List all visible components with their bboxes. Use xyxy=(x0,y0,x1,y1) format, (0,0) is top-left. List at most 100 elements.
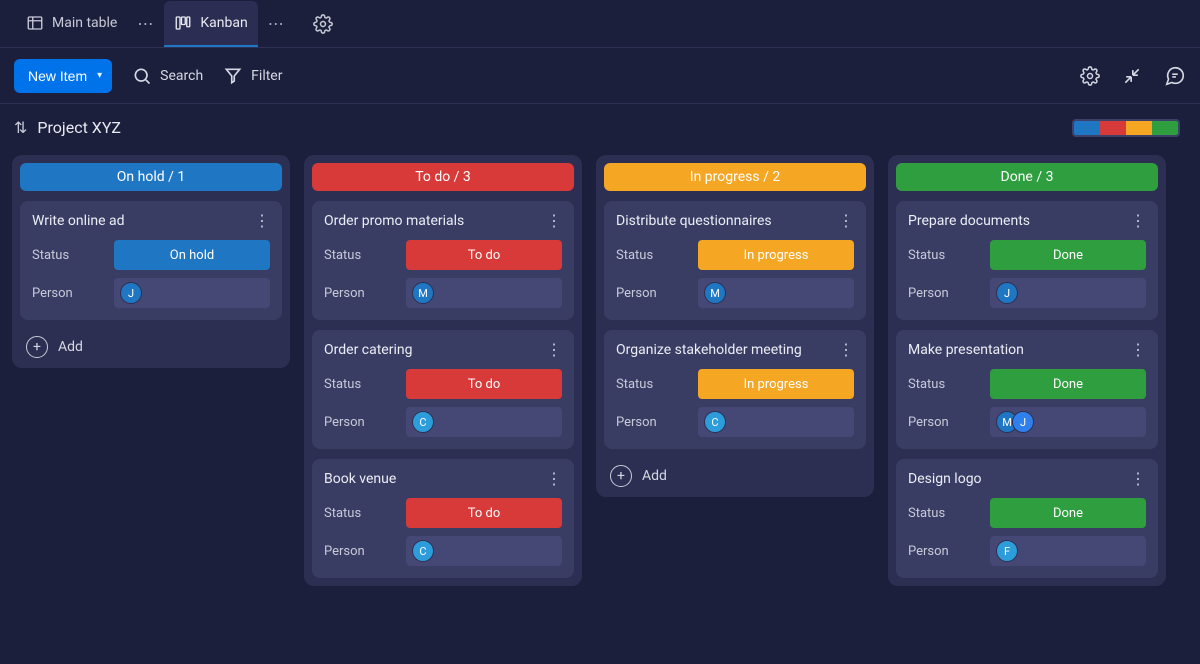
chevron-down-icon: ▾ xyxy=(97,70,102,81)
kanban-card[interactable]: Prepare documents⋮StatusDonePersonJ xyxy=(896,201,1158,320)
board-settings-button[interactable] xyxy=(1080,66,1100,86)
views-settings-button[interactable] xyxy=(313,14,333,34)
avatar[interactable]: M xyxy=(412,282,434,304)
new-item-button[interactable]: New Item ▾ xyxy=(14,59,112,93)
kanban-column[interactable]: In progress / 2 Distribute questionnaires… xyxy=(596,155,874,497)
card-title[interactable]: Write online ad xyxy=(32,213,125,229)
tab-label: Main table xyxy=(52,15,117,31)
card-menu-button[interactable]: ⋮ xyxy=(546,469,562,488)
kanban-column[interactable]: Done / 3 Prepare documents ⋮ Status Done Pers… xyxy=(888,155,1166,586)
kanban-card[interactable]: Make presentation ⋮ Status Done Person MJ xyxy=(896,330,1158,449)
status-label: Status xyxy=(324,377,396,392)
kanban-column[interactable]: On hold / 1 Write online ad ⋮ Status On hold… xyxy=(12,155,290,368)
person-label: Person xyxy=(324,544,396,559)
card-title[interactable]: Design logo xyxy=(908,471,982,487)
status-value[interactable]: To do xyxy=(406,240,562,270)
add-label: Add xyxy=(58,339,83,355)
group-title[interactable]: Project XYZ xyxy=(37,118,121,137)
card-title[interactable]: Prepare documents xyxy=(908,213,1030,229)
add-card-button[interactable]: +Add xyxy=(604,459,866,489)
activity-button[interactable] xyxy=(1164,65,1186,87)
tab-main-table-menu[interactable]: ⋯ xyxy=(131,14,160,33)
add-card-button[interactable]: +Add xyxy=(20,330,282,360)
legend-to-do xyxy=(1100,121,1126,135)
status-color-legend[interactable] xyxy=(1072,119,1180,137)
status-label: Status xyxy=(908,506,980,521)
status-label: Status xyxy=(32,248,104,263)
kanban-card[interactable]: Distribute questionnaires ⋮ Status In progr… xyxy=(604,201,866,320)
filter-button[interactable]: Filter xyxy=(223,66,282,86)
kanban-card[interactable]: Organize stakeholder meeting ⋮ Status In pr… xyxy=(604,330,866,449)
status-label: Status xyxy=(908,377,980,392)
status-label: Status xyxy=(616,377,688,392)
kanban-card[interactable]: Design logo⋮StatusDonePersonF xyxy=(896,459,1158,578)
avatar[interactable]: M xyxy=(704,282,726,304)
kanban-card[interactable]: Book venue⋮StatusTo doPersonC xyxy=(312,459,574,578)
person-value[interactable]: C xyxy=(406,407,562,437)
search-button[interactable]: Search xyxy=(132,66,203,86)
avatar[interactable]: C xyxy=(704,411,726,433)
tab-kanban-menu[interactable]: ⋯ xyxy=(262,14,291,33)
status-value[interactable]: To do xyxy=(406,498,562,528)
person-value[interactable]: MJ xyxy=(990,407,1146,437)
status-value[interactable]: On hold xyxy=(114,240,270,270)
avatar[interactable]: C xyxy=(412,411,434,433)
person-value[interactable]: F xyxy=(990,536,1146,566)
person-label: Person xyxy=(908,415,980,430)
card-title[interactable]: Organize stakeholder meeting xyxy=(616,342,802,358)
person-value[interactable]: C xyxy=(406,536,562,566)
card-menu-button[interactable]: ⋮ xyxy=(546,340,562,359)
kanban-card[interactable]: Order catering⋮StatusTo doPersonC xyxy=(312,330,574,449)
card-title[interactable]: Book venue xyxy=(324,471,396,487)
card-menu-button[interactable]: ⋮ xyxy=(1130,340,1146,359)
status-value[interactable]: In progress xyxy=(698,369,854,399)
avatar[interactable]: C xyxy=(412,540,434,562)
column-header[interactable]: On hold / 1 xyxy=(20,163,282,191)
table-icon xyxy=(26,14,44,32)
collapse-button[interactable] xyxy=(1122,66,1142,86)
person-value[interactable]: M xyxy=(406,278,562,308)
card-title[interactable]: Order promo materials xyxy=(324,213,464,229)
card-menu-button[interactable]: ⋮ xyxy=(838,211,854,230)
status-value[interactable]: Done xyxy=(990,240,1146,270)
toolbar-right-actions xyxy=(1080,65,1186,87)
status-value[interactable]: In progress xyxy=(698,240,854,270)
card-menu-button[interactable]: ⋮ xyxy=(254,211,270,230)
status-value[interactable]: Done xyxy=(990,369,1146,399)
person-label: Person xyxy=(616,286,688,301)
column-header[interactable]: To do / 3 xyxy=(312,163,574,191)
card-title[interactable]: Distribute questionnaires xyxy=(616,213,772,229)
avatar[interactable]: J xyxy=(996,282,1018,304)
tab-main-table[interactable]: Main table xyxy=(16,1,127,47)
card-menu-button[interactable]: ⋮ xyxy=(546,211,562,230)
status-value[interactable]: To do xyxy=(406,369,562,399)
legend-in-progress xyxy=(1126,121,1152,135)
kanban-icon xyxy=(174,14,192,32)
status-value[interactable]: Done xyxy=(990,498,1146,528)
avatar[interactable]: F xyxy=(996,540,1018,562)
status-label: Status xyxy=(616,248,688,263)
person-label: Person xyxy=(908,286,980,301)
kanban-card[interactable]: Write online ad ⋮ Status On hold Person J xyxy=(20,201,282,320)
card-menu-button[interactable]: ⋮ xyxy=(1130,211,1146,230)
person-label: Person xyxy=(324,286,396,301)
filter-label: Filter xyxy=(251,68,282,84)
tab-kanban[interactable]: Kanban xyxy=(164,1,257,47)
card-menu-button[interactable]: ⋮ xyxy=(1130,469,1146,488)
person-label: Person xyxy=(32,286,104,301)
search-label: Search xyxy=(160,68,203,84)
column-header[interactable]: In progress / 2 xyxy=(604,163,866,191)
column-header[interactable]: Done / 3 xyxy=(896,163,1158,191)
avatar[interactable]: J xyxy=(1012,411,1034,433)
person-value[interactable]: C xyxy=(698,407,854,437)
card-title[interactable]: Make presentation xyxy=(908,342,1024,358)
card-menu-button[interactable]: ⋮ xyxy=(838,340,854,359)
avatar[interactable]: J xyxy=(120,282,142,304)
person-value[interactable]: J xyxy=(114,278,270,308)
person-value[interactable]: M xyxy=(698,278,854,308)
card-title[interactable]: Order catering xyxy=(324,342,412,358)
drag-handle-icon[interactable]: ⇅ xyxy=(14,118,27,137)
kanban-card[interactable]: Order promo materials⋮StatusTo doPersonM xyxy=(312,201,574,320)
person-value[interactable]: J xyxy=(990,278,1146,308)
kanban-column[interactable]: To do / 3 Order promo materials ⋮ Status To … xyxy=(304,155,582,586)
